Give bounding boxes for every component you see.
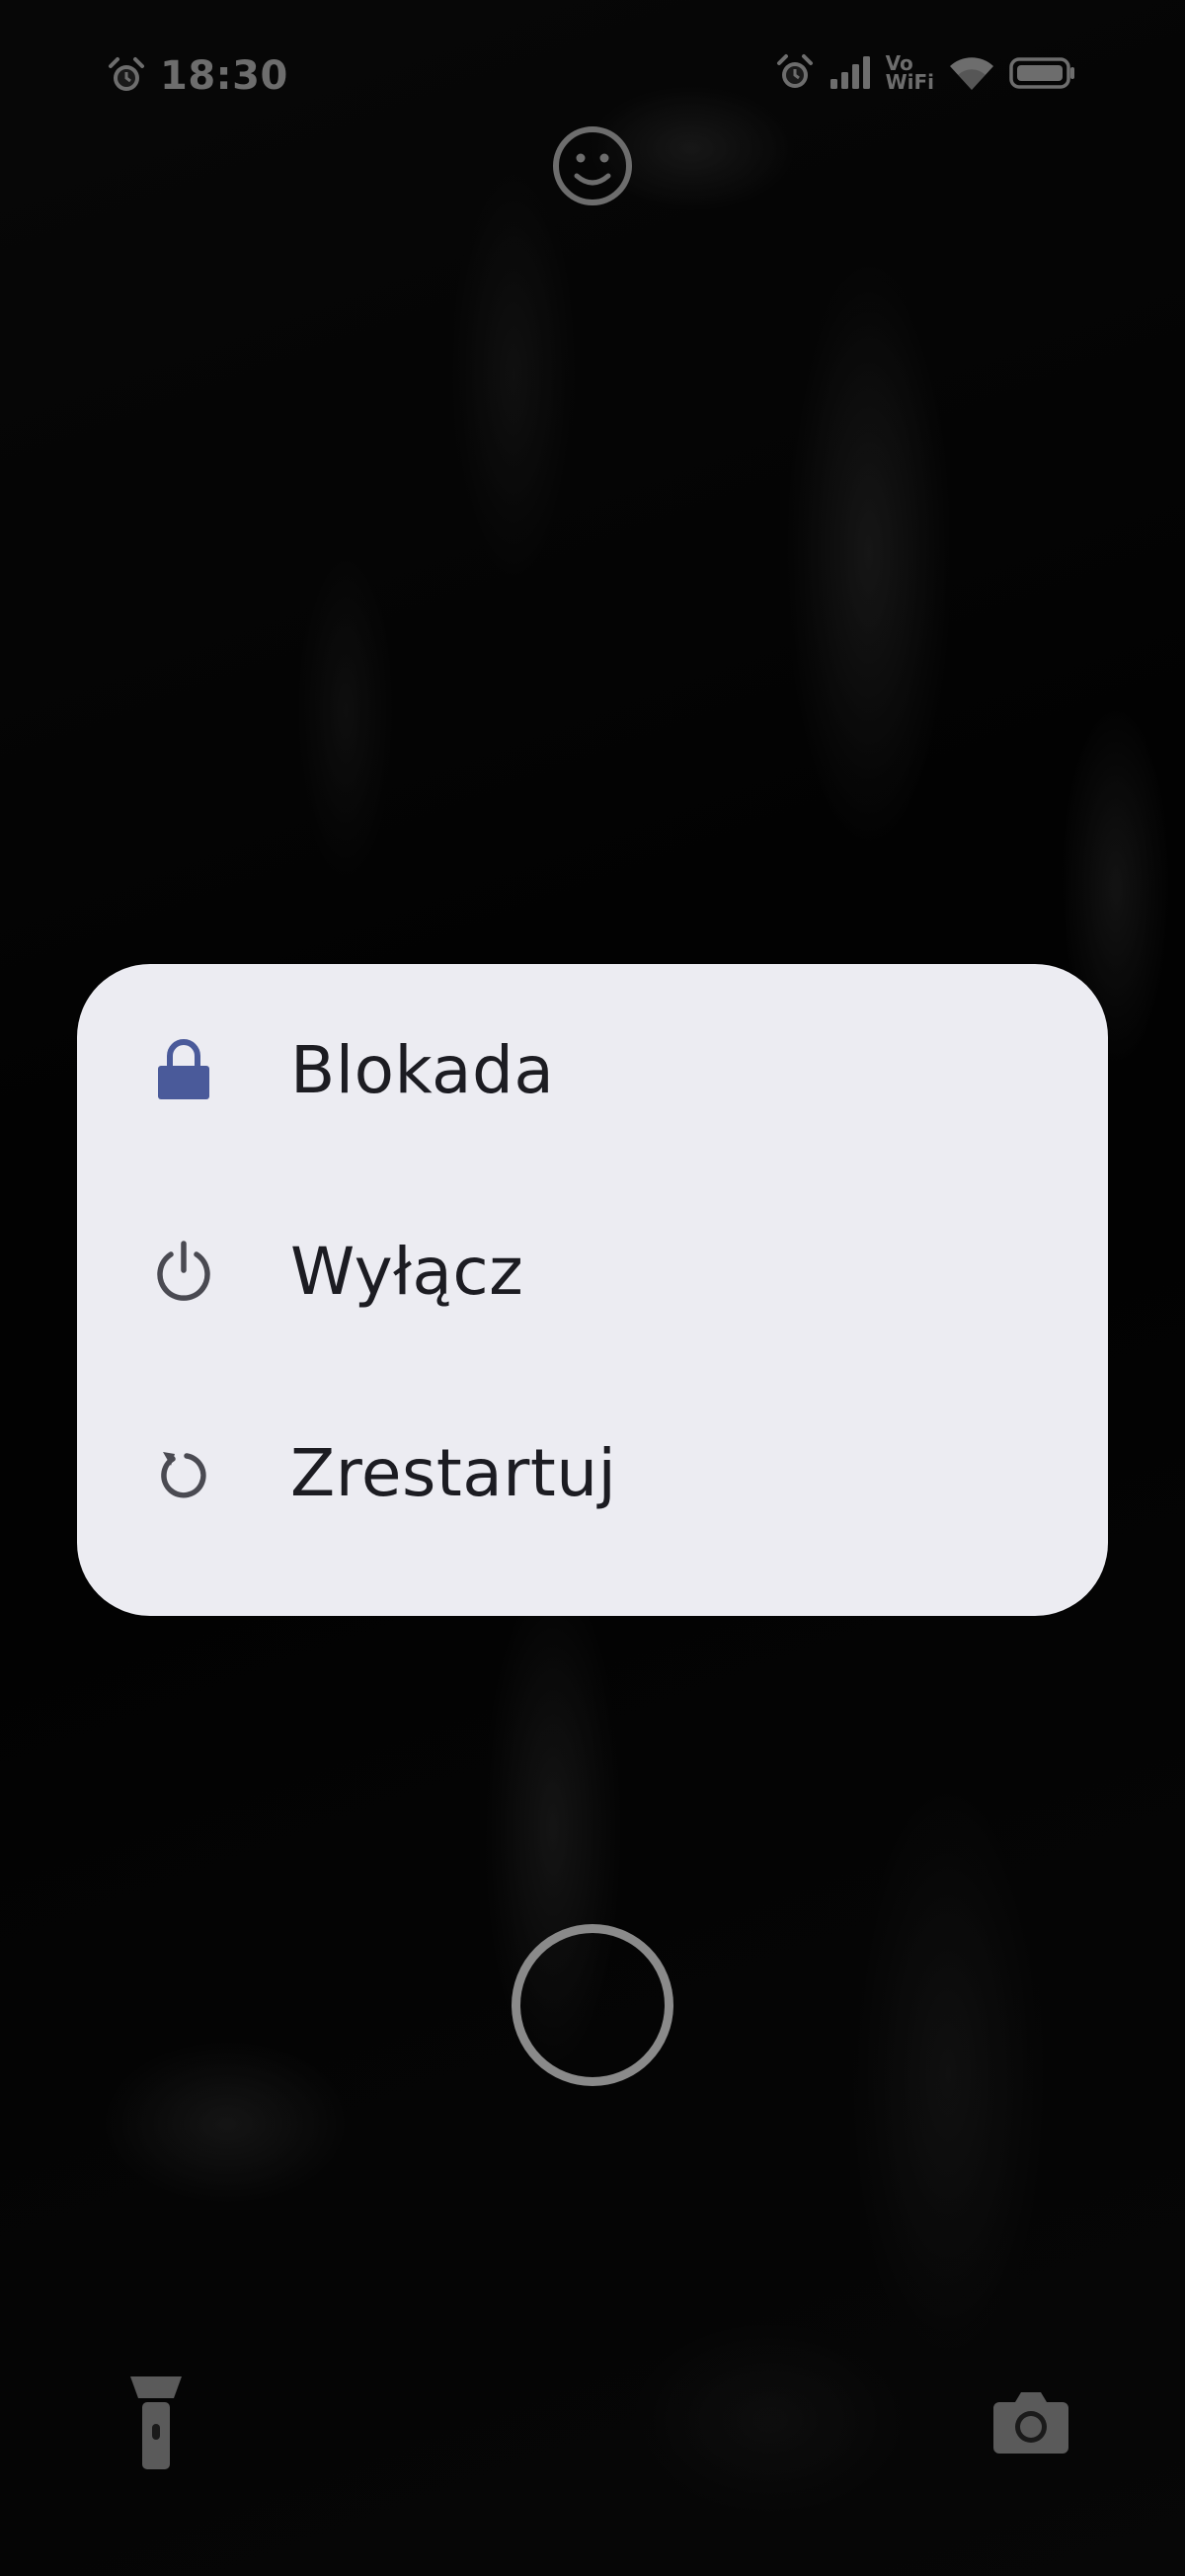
power-off-label: Wyłącz: [290, 1233, 524, 1310]
wifi-icon: [950, 57, 993, 90]
restart-label: Zrestartuj: [290, 1434, 617, 1511]
restart-button[interactable]: Zrestartuj: [77, 1376, 1108, 1570]
face-unlock-icon[interactable]: [551, 124, 634, 207]
status-bar: 18:30 Vo WiFi: [0, 47, 1185, 111]
alarm-icon: [109, 57, 144, 91]
lock-screen: 18:30 Vo WiFi Blokada Wyłącz Zrestartuj: [0, 0, 1185, 2576]
flashlight-icon[interactable]: [128, 2375, 184, 2473]
alarm-icon: [776, 54, 813, 88]
camera-icon[interactable]: [991, 2386, 1070, 2455]
status-left: 18:30: [107, 53, 288, 99]
lock-icon: [152, 1038, 215, 1101]
vowifi-line2: WiFi: [885, 70, 934, 94]
vowifi-icon: Vo WiFi: [885, 53, 934, 94]
fingerprint-ring[interactable]: [512, 1924, 673, 2086]
status-right: Vo WiFi: [775, 53, 1076, 93]
lock-button[interactable]: Blokada: [77, 973, 1108, 1167]
status-time: 18:30: [160, 53, 288, 99]
lock-label: Blokada: [290, 1031, 555, 1108]
battery-icon: [1009, 57, 1074, 89]
power-off-button[interactable]: Wyłącz: [77, 1174, 1108, 1368]
power-menu: Blokada Wyłącz Zrestartuj: [77, 964, 1108, 1616]
power-icon: [152, 1240, 215, 1303]
signal-icon: [830, 56, 870, 89]
restart-icon: [152, 1441, 215, 1504]
